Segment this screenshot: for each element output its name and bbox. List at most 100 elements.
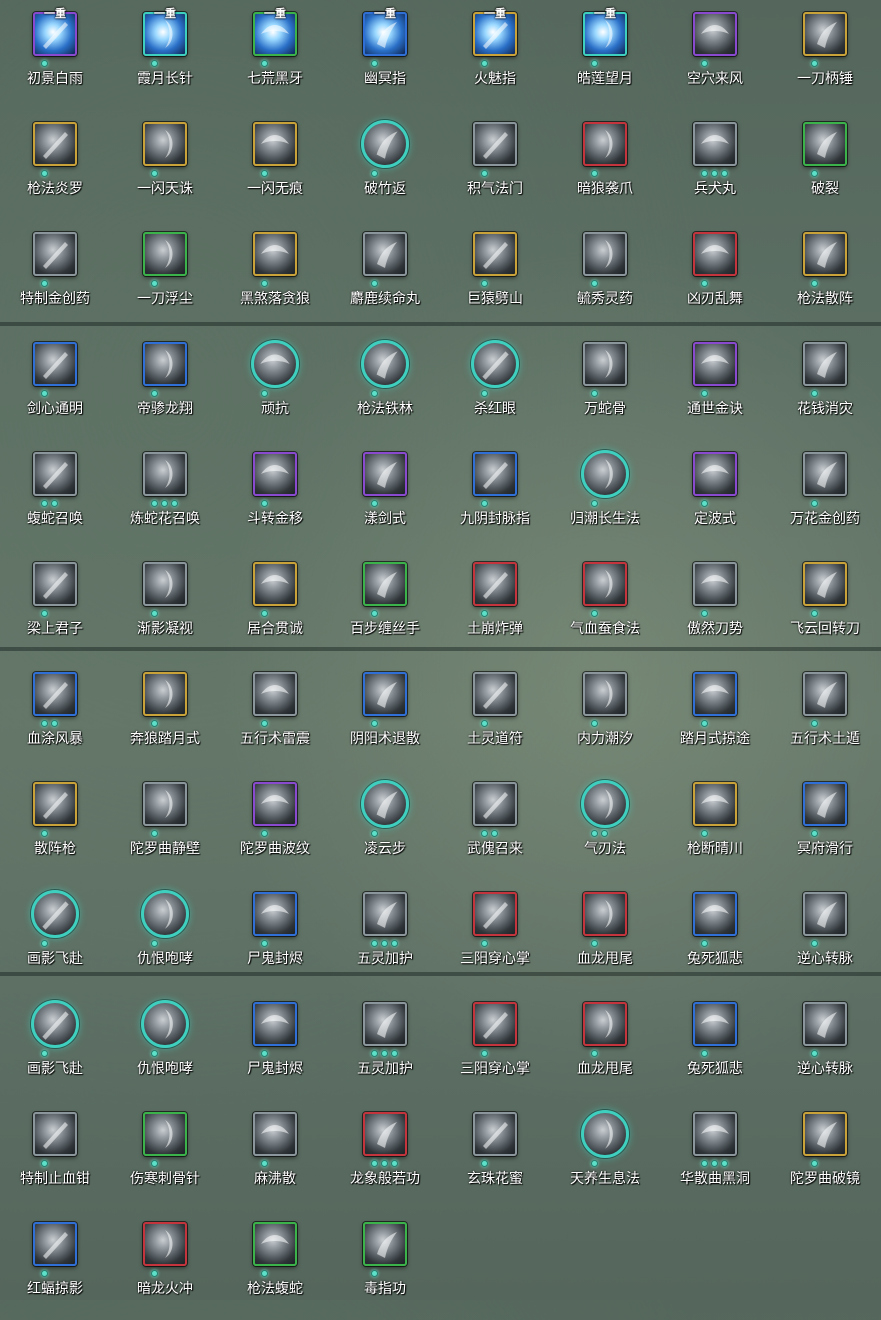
- mirror-icon[interactable]: [803, 1112, 847, 1156]
- spear-icon[interactable]: [803, 232, 847, 276]
- skill-slot[interactable]: 黑煞落贪狼: [220, 220, 330, 330]
- wave-icon[interactable]: [581, 450, 629, 498]
- skill-slot[interactable]: 杀红眼: [440, 330, 550, 440]
- elephant-icon[interactable]: [363, 1112, 407, 1156]
- spear-icon[interactable]: [693, 782, 737, 826]
- fox-icon[interactable]: [693, 1002, 737, 1046]
- skill-slot[interactable]: 奔狼踏月式: [110, 660, 220, 770]
- skill-slot[interactable]: 枪法炎罗: [0, 110, 110, 220]
- poison-finger-icon[interactable]: [363, 1222, 407, 1266]
- skill-slot[interactable]: 渐影凝视: [110, 550, 220, 660]
- clamp-icon[interactable]: [33, 1112, 77, 1156]
- potion-icon[interactable]: [33, 232, 77, 276]
- skill-slot[interactable]: 陀罗曲波纹: [220, 770, 330, 880]
- flame-dragon-icon[interactable]: [143, 1222, 187, 1266]
- finger-icon[interactable]: [473, 452, 517, 496]
- skill-slot[interactable]: 居合贯诚: [220, 550, 330, 660]
- skill-slot[interactable]: 三阳穿心掌: [440, 990, 550, 1100]
- skill-slot[interactable]: 暗狼袭爪: [550, 110, 660, 220]
- skill-slot[interactable]: 麻沸散: [220, 1100, 330, 1210]
- orb-icon[interactable]: [253, 1002, 297, 1046]
- hand-icon[interactable]: [363, 562, 407, 606]
- warrior-icon[interactable]: [471, 340, 519, 388]
- thief-icon[interactable]: [33, 562, 77, 606]
- skill-slot[interactable]: 血龙甩尾: [550, 990, 660, 1100]
- shrine-icon[interactable]: [363, 1002, 407, 1046]
- spin-blade-icon[interactable]: [803, 562, 847, 606]
- step-icon[interactable]: [361, 780, 409, 828]
- needle-icon[interactable]: [143, 1112, 187, 1156]
- skill-slot[interactable]: 土崩炸弹: [440, 550, 550, 660]
- sword-icon[interactable]: [363, 452, 407, 496]
- ape-icon[interactable]: [473, 232, 517, 276]
- skill-slot[interactable]: 陀罗曲破镜: [770, 1100, 880, 1210]
- blade-icon[interactable]: [143, 232, 187, 276]
- dice-icon[interactable]: [693, 342, 737, 386]
- skill-slot[interactable]: 画影飞赴: [0, 990, 110, 1100]
- skill-slot[interactable]: 帝骖龙翔: [110, 330, 220, 440]
- spear-icon[interactable]: [361, 340, 409, 388]
- skill-slot[interactable]: 枪法散阵: [770, 220, 880, 330]
- wall-icon[interactable]: [143, 782, 187, 826]
- skill-slot[interactable]: 五行术土遁: [770, 660, 880, 770]
- skill-slot[interactable]: 一重 幽冥指: [330, 0, 440, 110]
- roar-icon[interactable]: [141, 890, 189, 938]
- skill-slot[interactable]: 暗龙火冲: [110, 1210, 220, 1320]
- skill-slot[interactable]: 特制止血钳: [0, 1100, 110, 1210]
- skill-slot[interactable]: 一闪天诛: [110, 110, 220, 220]
- powder-icon[interactable]: [253, 1112, 297, 1156]
- skill-slot[interactable]: 踏月式掠途: [660, 660, 770, 770]
- skill-slot[interactable]: 玄珠花蜜: [440, 1100, 550, 1210]
- skill-slot[interactable]: 华散曲黑洞: [660, 1100, 770, 1210]
- palm-icon[interactable]: [473, 1002, 517, 1046]
- meditate-icon[interactable]: [581, 1110, 629, 1158]
- blades-icon[interactable]: [693, 232, 737, 276]
- spear-icon[interactable]: [33, 782, 77, 826]
- blade-icon[interactable]: [693, 562, 737, 606]
- skill-slot[interactable]: 空穴来风: [660, 0, 770, 110]
- blood-icon[interactable]: [583, 562, 627, 606]
- skill-slot[interactable]: 巨猿劈山: [440, 220, 550, 330]
- skill-slot[interactable]: 一闪无痕: [220, 110, 330, 220]
- skill-slot[interactable]: 伤寒刺骨针: [110, 1100, 220, 1210]
- skill-slot[interactable]: 武傀召来: [440, 770, 550, 880]
- skill-slot[interactable]: 逆心转脉: [770, 880, 880, 990]
- thunder-icon[interactable]: [253, 672, 297, 716]
- pill-icon[interactable]: [363, 232, 407, 276]
- tail-icon[interactable]: [583, 892, 627, 936]
- skill-slot[interactable]: 特制金创药: [0, 220, 110, 330]
- wolf-icon[interactable]: [253, 232, 297, 276]
- blade-icon[interactable]: [803, 12, 847, 56]
- skill-slot[interactable]: 内力潮汐: [550, 660, 660, 770]
- flower-icon[interactable]: [473, 1112, 517, 1156]
- skill-slot[interactable]: 龙象般若功: [330, 1100, 440, 1210]
- slash-icon[interactable]: [143, 122, 187, 166]
- ripple-icon[interactable]: [253, 782, 297, 826]
- talisman-icon[interactable]: [473, 672, 517, 716]
- skill-slot[interactable]: 梁上君子: [0, 550, 110, 660]
- skill-slot[interactable]: 一重 七荒黑牙: [220, 0, 330, 110]
- skill-slot[interactable]: 气刃法: [550, 770, 660, 880]
- skill-slot[interactable]: 花钱消灾: [770, 330, 880, 440]
- skill-slot[interactable]: 归潮长生法: [550, 440, 660, 550]
- skill-slot[interactable]: 气血蚕食法: [550, 550, 660, 660]
- skill-slot[interactable]: 通世金诀: [660, 330, 770, 440]
- skill-slot[interactable]: 九阴封脉指: [440, 440, 550, 550]
- dash-icon[interactable]: [31, 1000, 79, 1048]
- skill-slot[interactable]: 斗转金移: [220, 440, 330, 550]
- skill-slot[interactable]: 傲然刀势: [660, 550, 770, 660]
- skill-slot[interactable]: 一刀浮尘: [110, 220, 220, 330]
- coin-hand-icon[interactable]: [693, 12, 737, 56]
- wolf-icon[interactable]: [143, 672, 187, 716]
- pulse-icon[interactable]: [803, 892, 847, 936]
- skill-slot[interactable]: 飞云回转刀: [770, 550, 880, 660]
- roar-icon[interactable]: [141, 1000, 189, 1048]
- skill-slot[interactable]: 一重 初景白雨: [0, 0, 110, 110]
- skill-slot[interactable]: 天养生息法: [550, 1100, 660, 1210]
- skill-slot[interactable]: 仇恨咆哮: [110, 990, 220, 1100]
- skill-slot[interactable]: 兔死狐悲: [660, 990, 770, 1100]
- fox-icon[interactable]: [693, 892, 737, 936]
- skill-slot[interactable]: 炼蛇花召唤: [110, 440, 220, 550]
- potion-icon[interactable]: [803, 452, 847, 496]
- wave-icon[interactable]: [693, 452, 737, 496]
